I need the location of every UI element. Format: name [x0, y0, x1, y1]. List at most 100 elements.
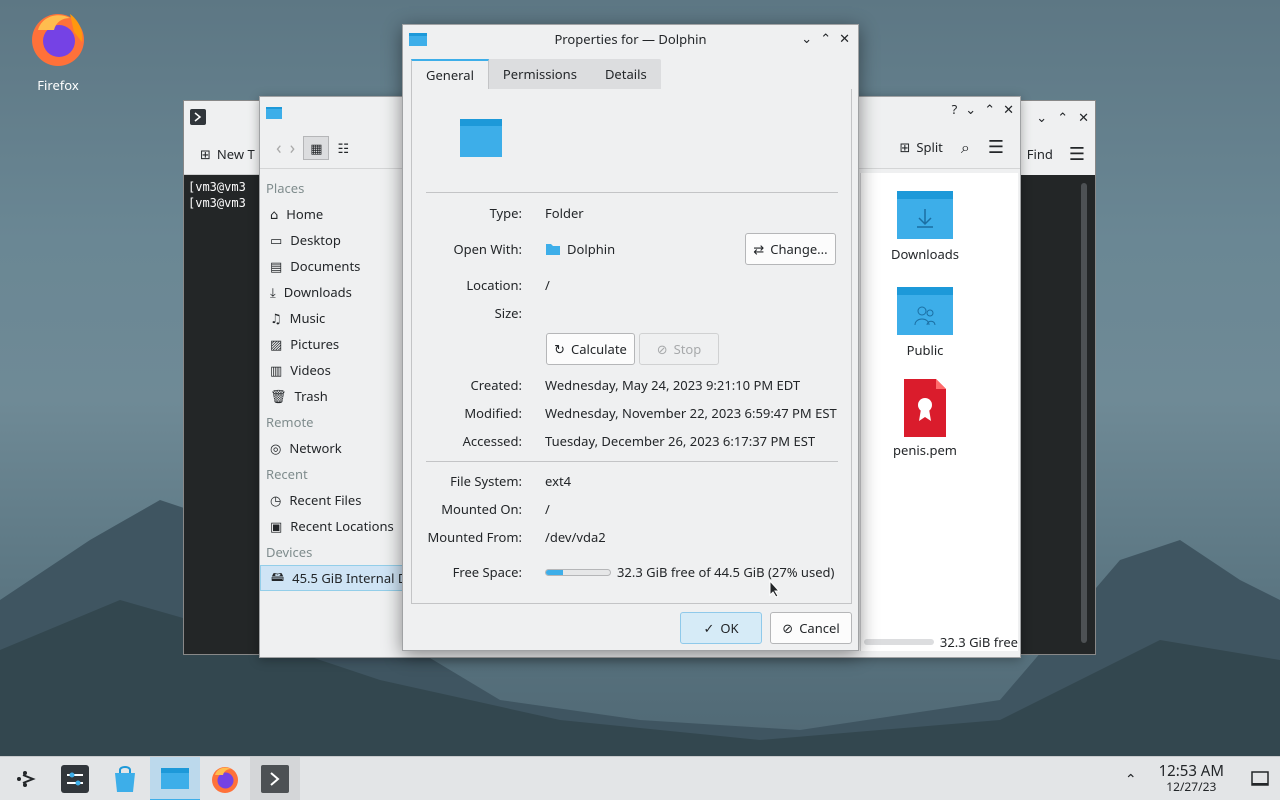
home-icon: ⌂ — [270, 205, 279, 223]
videos-icon: ▥ — [270, 361, 283, 379]
folder-icon — [409, 33, 427, 46]
app-launcher-button[interactable] — [0, 757, 50, 800]
chevron-up-icon[interactable]: ⌃ — [984, 100, 995, 118]
dolphin-app-icon — [546, 244, 560, 255]
separator — [426, 192, 838, 193]
search-icon[interactable]: ⌕ — [961, 136, 970, 158]
mounted-on-value: / — [545, 500, 550, 518]
firefox-taskbar-button[interactable] — [200, 757, 250, 800]
clock-date: 12/27/23 — [1166, 778, 1217, 795]
folder-icon — [266, 107, 282, 119]
dolphin-taskbar-button[interactable] — [150, 756, 200, 800]
split-icon: ⊞ — [899, 138, 911, 156]
hamburger-menu-icon[interactable]: ☰ — [988, 135, 1004, 159]
kde-launcher-icon — [17, 770, 36, 787]
properties-dialog[interactable]: Properties for — Dolphin ⌄ ⌃ ✕ General P… — [402, 24, 859, 651]
folder-public-icon — [897, 287, 953, 335]
konsole-window-right[interactable]: ⌄ ⌃ ✕ Find ☰ — [1018, 100, 1096, 655]
filesystem-value: ext4 — [545, 472, 572, 490]
maximize-icon[interactable]: ⌃ — [820, 29, 831, 47]
close-icon[interactable]: ✕ — [1078, 108, 1089, 126]
close-icon[interactable]: ✕ — [839, 29, 850, 47]
place-music[interactable]: ♫ Music — [260, 305, 405, 331]
tab-general[interactable]: General — [411, 59, 489, 89]
dialog-titlebar[interactable]: Properties for — Dolphin ⌄ ⌃ ✕ — [403, 25, 858, 53]
back-icon[interactable]: ‹ — [276, 136, 282, 160]
place-desktop[interactable]: ▭ Desktop — [260, 227, 405, 253]
modified-label: Modified: — [464, 404, 522, 422]
new-tab-icon[interactable]: ⊞ — [200, 145, 211, 163]
file-label: penis.pem — [893, 441, 957, 459]
device-internal-drive[interactable]: 🖴 45.5 GiB Internal D — [260, 565, 407, 591]
separator — [426, 461, 838, 462]
location-value[interactable]: / — [545, 276, 550, 294]
check-icon: ✓ — [703, 619, 715, 637]
tab-permissions[interactable]: Permissions — [489, 59, 591, 89]
drive-icon: 🖴 — [271, 566, 285, 585]
folder-icon — [161, 767, 189, 789]
place-trash[interactable]: 🗑 Trash — [260, 383, 405, 409]
devices-header: Devices — [266, 543, 313, 561]
accessed-label: Accessed: — [462, 432, 522, 450]
cancel-icon: ⊘ — [782, 619, 794, 637]
large-folder-icon — [460, 119, 502, 157]
file-item-pem[interactable]: penis.pem — [880, 379, 970, 459]
recent-files-icon: ◷ — [270, 491, 282, 509]
place-downloads[interactable]: ⤓ Downloads — [260, 279, 405, 305]
firefox-icon — [212, 766, 238, 793]
minimize-icon[interactable]: ⌄ — [801, 29, 812, 47]
scrollbar[interactable] — [1081, 183, 1087, 643]
place-documents[interactable]: ▤ Documents — [260, 253, 405, 279]
stop-button[interactable]: ⊘ Stop — [639, 333, 719, 365]
place-videos[interactable]: ▥ Videos — [260, 357, 405, 383]
show-desktop-button[interactable] — [1240, 757, 1280, 800]
konsole-taskbar-button[interactable] — [250, 756, 300, 800]
tab-details[interactable]: Details — [591, 59, 661, 89]
place-pictures[interactable]: ▨ Pictures — [260, 331, 405, 357]
place-home[interactable]: ⌂ Home — [260, 201, 405, 227]
system-settings-button[interactable] — [50, 757, 100, 800]
refresh-icon: ↻ — [554, 340, 566, 358]
filesystem-label: File System: — [450, 472, 522, 490]
chevron-down-icon[interactable]: ⌄ — [965, 100, 976, 118]
places-panel: Places ⌂ Home ▭ Desktop ▤ Documents ⤓ Downlo… — [260, 175, 407, 657]
change-button[interactable]: ⇄ Change... — [745, 233, 836, 265]
calculate-button[interactable]: ↻ Calculate — [546, 333, 635, 365]
place-network[interactable]: ◎ Network — [260, 435, 405, 461]
file-item-public[interactable]: Public — [880, 283, 970, 359]
icons-view-icon[interactable]: ▦ — [303, 135, 330, 160]
help-icon[interactable]: ? — [952, 100, 958, 118]
tray-expand-icon[interactable]: ⌃ — [1125, 770, 1137, 789]
details-view-icon[interactable]: ☷ — [337, 139, 349, 157]
firefox-icon — [32, 14, 84, 66]
discover-button[interactable] — [100, 757, 150, 800]
forward-icon[interactable]: › — [290, 136, 296, 160]
free-space-bar-fill — [546, 569, 564, 575]
chevron-down-icon[interactable]: ⌄ — [1036, 108, 1047, 126]
size-label: Size: — [494, 304, 522, 322]
chevron-up-icon[interactable]: ⌃ — [1057, 108, 1068, 126]
digital-clock[interactable]: 12:53 AM 12/27/23 — [1159, 764, 1224, 795]
place-recent-locations[interactable]: ▣ Recent Locations — [260, 513, 405, 539]
created-label: Created: — [470, 376, 522, 394]
mounted-from-label: Mounted From: — [427, 528, 522, 546]
certificate-file-icon — [904, 379, 946, 437]
new-tab-button[interactable]: New T — [217, 145, 255, 163]
close-icon[interactable]: ✕ — [1003, 100, 1014, 118]
recent-header: Recent — [266, 465, 308, 483]
store-bag-icon — [115, 765, 135, 792]
ok-button[interactable]: ✓ OK — [680, 612, 762, 644]
open-with-value: Dolphin — [567, 240, 616, 258]
cancel-button[interactable]: ⊘ Cancel — [770, 612, 852, 644]
mounted-on-label: Mounted On: — [441, 500, 522, 518]
accessed-value: Tuesday, December 26, 2023 6:17:37 PM ES… — [545, 432, 816, 450]
hamburger-menu-icon[interactable]: ☰ — [1069, 142, 1085, 166]
remote-header: Remote — [266, 413, 314, 431]
file-item-downloads[interactable]: Downloads — [880, 187, 970, 263]
place-recent-files[interactable]: ◷ Recent Files — [260, 487, 405, 513]
dialog-title: Properties for — Dolphin — [554, 30, 707, 48]
desktop-firefox-icon[interactable]: Firefox — [24, 8, 92, 94]
split-button[interactable]: ⊞ Split — [899, 138, 942, 156]
find-button[interactable]: Find — [1027, 145, 1053, 163]
location-label: Location: — [466, 276, 522, 294]
